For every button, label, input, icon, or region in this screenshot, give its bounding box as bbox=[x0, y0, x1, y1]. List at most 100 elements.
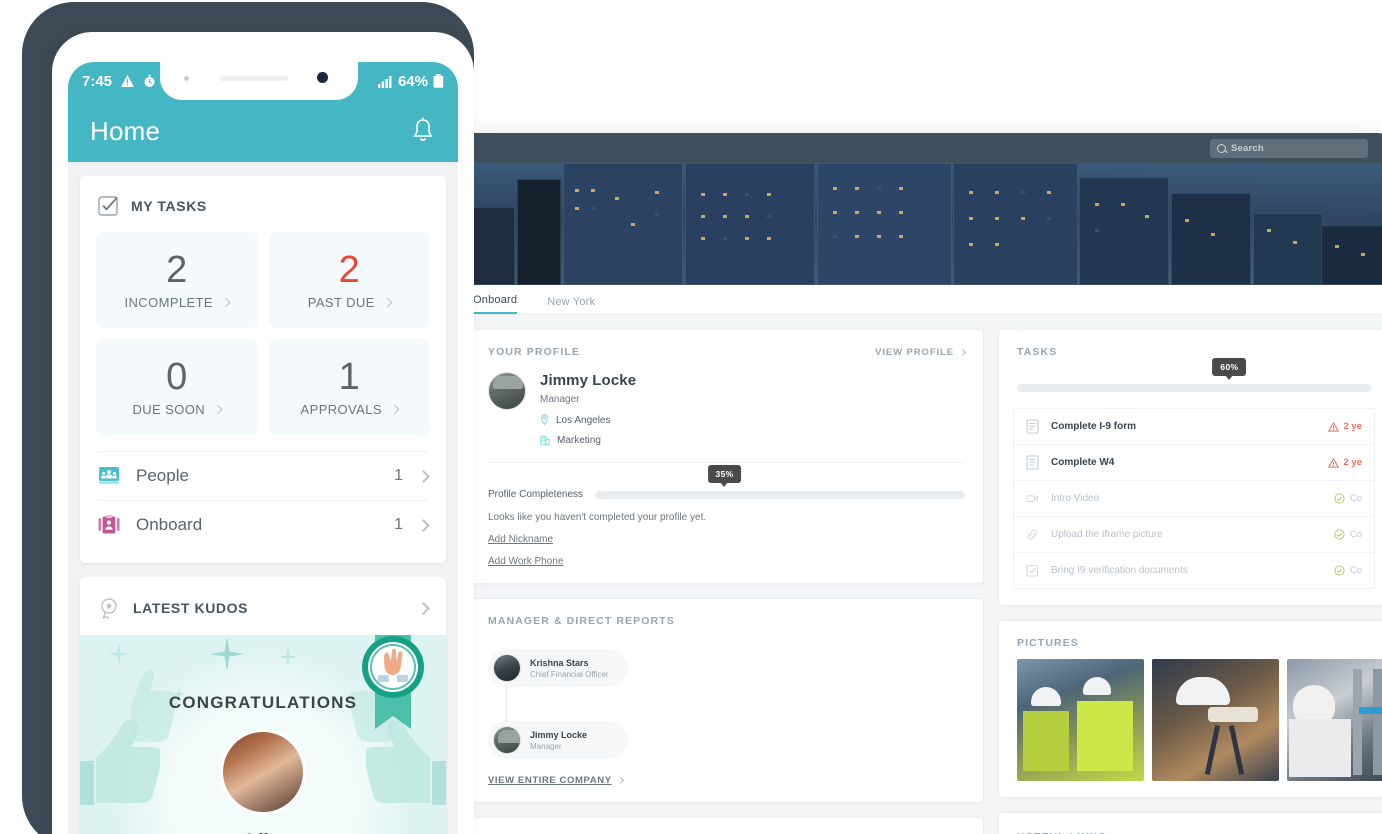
tile-label: DUE SOON bbox=[132, 401, 206, 417]
document-icon bbox=[1026, 455, 1039, 470]
sparkle-icon bbox=[108, 643, 130, 665]
task-label: Bring I9 verification documents bbox=[1051, 565, 1188, 576]
task-row[interactable]: Upload the iframe picture Co bbox=[1014, 517, 1374, 553]
picture-thumbnail[interactable] bbox=[1152, 659, 1279, 781]
browser-chrome-bar: Search bbox=[455, 133, 1382, 163]
report-person-row[interactable]: Krishna Stars Chief Financial Officer bbox=[488, 649, 628, 687]
pictures-card: PICTURES bbox=[998, 620, 1382, 798]
task-row[interactable]: Intro Video Co bbox=[1014, 481, 1374, 517]
chevron-right-icon[interactable] bbox=[417, 601, 430, 615]
list-item-onboard[interactable]: Onboard 1 bbox=[98, 500, 430, 549]
completeness-label: Profile Completeness bbox=[488, 489, 584, 500]
task-list: Complete I-9 form 2 ye Complete W4 2 ye … bbox=[1013, 408, 1375, 589]
chevron-right-icon bbox=[958, 348, 967, 356]
chevron-right-icon bbox=[220, 297, 231, 307]
front-camera-icon bbox=[317, 72, 328, 83]
tile-due-soon[interactable]: 0 DUE SOON bbox=[96, 339, 258, 435]
signal-icon bbox=[377, 75, 392, 88]
phone-notch bbox=[160, 62, 358, 100]
avatar bbox=[493, 654, 521, 682]
tile-approvals[interactable]: 1 APPROVALS bbox=[268, 339, 430, 435]
tile-past-due[interactable]: 2 PAST DUE bbox=[268, 232, 430, 328]
map-pin-icon bbox=[541, 414, 548, 426]
tab-onboard[interactable]: Onboard bbox=[473, 294, 518, 314]
tile-label-wrap: INCOMPLETE bbox=[124, 294, 231, 310]
dashboard-body: YOUR PROFILE VIEW PROFILE Jimmy Locke Ma… bbox=[455, 315, 1382, 834]
task-row[interactable]: Complete I-9 form 2 ye bbox=[1014, 409, 1374, 445]
location-label: Los Angeles bbox=[556, 414, 611, 426]
chevron-right-icon bbox=[382, 297, 393, 307]
task-status: Co bbox=[1334, 493, 1362, 504]
page-title: Home bbox=[90, 115, 161, 146]
tasks-card: TASKS 60% Complete I-9 form 2 ye Complet… bbox=[998, 329, 1382, 606]
completeness-tooltip: 35% bbox=[707, 464, 742, 487]
tile-label-wrap: PAST DUE bbox=[307, 294, 393, 310]
latest-kudos-title: LATEST KUDOS bbox=[133, 600, 249, 616]
avatar bbox=[493, 726, 521, 754]
left-column: YOUR PROFILE VIEW PROFILE Jimmy Locke Ma… bbox=[469, 329, 984, 834]
task-status: 2 ye bbox=[1327, 421, 1362, 432]
task-status-label: 2 ye bbox=[1343, 457, 1363, 468]
checkbox-icon bbox=[1026, 564, 1039, 577]
task-status: 2 ye bbox=[1327, 457, 1363, 468]
reports-title: MANAGER & DIRECT REPORTS bbox=[488, 615, 675, 627]
view-profile-label: VIEW PROFILE bbox=[875, 346, 954, 358]
sparkle-icon bbox=[210, 637, 244, 671]
picture-thumbnail[interactable] bbox=[1017, 659, 1144, 781]
chevron-right-icon bbox=[417, 518, 430, 532]
report-role: Chief Financial Officer bbox=[530, 669, 609, 679]
check-circle-icon bbox=[1334, 565, 1345, 576]
add-work-phone-link[interactable]: Add Work Phone bbox=[488, 556, 965, 567]
task-row[interactable]: Complete W4 2 ye bbox=[1014, 445, 1374, 481]
tasks-progress-tooltip: 60% bbox=[1212, 358, 1247, 380]
right-column: TASKS 60% Complete I-9 form 2 ye Complet… bbox=[998, 329, 1382, 834]
tasks-progress-bar: 60% bbox=[1017, 358, 1371, 392]
status-time: 7:45 bbox=[82, 72, 113, 90]
list-item-people[interactable]: People 1 bbox=[98, 451, 430, 500]
tile-value: 0 bbox=[166, 355, 188, 398]
task-row[interactable]: Bring I9 verification documents Co bbox=[1014, 553, 1374, 588]
high-five-badge-icon bbox=[362, 635, 424, 729]
people-book-icon bbox=[99, 467, 119, 484]
avatar bbox=[220, 729, 306, 815]
document-icon bbox=[1026, 419, 1039, 434]
battery-icon bbox=[433, 74, 444, 88]
profile-completeness-section: Profile Completeness 35% Looks like you … bbox=[470, 463, 983, 583]
chevron-right-icon bbox=[389, 404, 400, 414]
tile-label: PAST DUE bbox=[307, 294, 375, 310]
kudos-banner: CONGRATULATIONS Lily bbox=[80, 635, 446, 834]
avatar bbox=[488, 372, 526, 410]
profile-location: Los Angeles bbox=[540, 414, 636, 426]
proximity-sensor-icon bbox=[184, 76, 189, 81]
report-person-row[interactable]: Jimmy Locke Manager bbox=[488, 721, 628, 759]
manager-direct-reports-card: MANAGER & DIRECT REPORTS Krishna Stars C… bbox=[469, 598, 984, 803]
warning-icon bbox=[121, 75, 135, 87]
building-icon bbox=[540, 435, 550, 446]
profile-department: Marketing bbox=[540, 435, 636, 446]
picture-thumbnail[interactable] bbox=[1287, 659, 1382, 781]
task-tiles-grid: 2 INCOMPLETE 2 PAST DUE 0 DUE SOON 1 APP… bbox=[80, 232, 446, 443]
report-name: Jimmy Locke bbox=[530, 729, 588, 740]
add-nickname-link[interactable]: Add Nickname bbox=[488, 534, 965, 545]
tile-label: INCOMPLETE bbox=[124, 294, 213, 310]
tile-label-wrap: DUE SOON bbox=[132, 401, 223, 417]
tab-new-york[interactable]: New York bbox=[547, 296, 595, 314]
battery-percent: 64% bbox=[397, 72, 428, 90]
view-entire-company-link[interactable]: VIEW ENTIRE COMPANY bbox=[488, 775, 965, 786]
chevron-right-icon bbox=[616, 776, 624, 785]
sparkle-icon bbox=[278, 647, 298, 667]
search-input[interactable]: Search bbox=[1210, 139, 1368, 158]
pictures-title: PICTURES bbox=[1017, 637, 1079, 649]
view-profile-link[interactable]: VIEW PROFILE bbox=[875, 331, 967, 358]
task-status-label: Co bbox=[1349, 529, 1362, 540]
notification-bell-icon[interactable] bbox=[410, 117, 436, 145]
about-us-card: ABOUT US HRPRO is a leading developer of… bbox=[469, 817, 984, 834]
completeness-note: Looks like you haven't completed your pr… bbox=[488, 512, 707, 523]
search-placeholder: Search bbox=[1231, 143, 1264, 154]
desktop-browser-window: Search Onboard New York YOUR PROFILE VIE… bbox=[455, 133, 1382, 834]
list-item-count: 1 bbox=[394, 467, 403, 484]
tile-label-wrap: APPROVALS bbox=[301, 402, 400, 417]
useful-links-title: USEFUL LINKS bbox=[999, 813, 1382, 834]
tasks-title: TASKS bbox=[1017, 346, 1058, 358]
tile-incomplete[interactable]: 2 INCOMPLETE bbox=[96, 232, 258, 328]
